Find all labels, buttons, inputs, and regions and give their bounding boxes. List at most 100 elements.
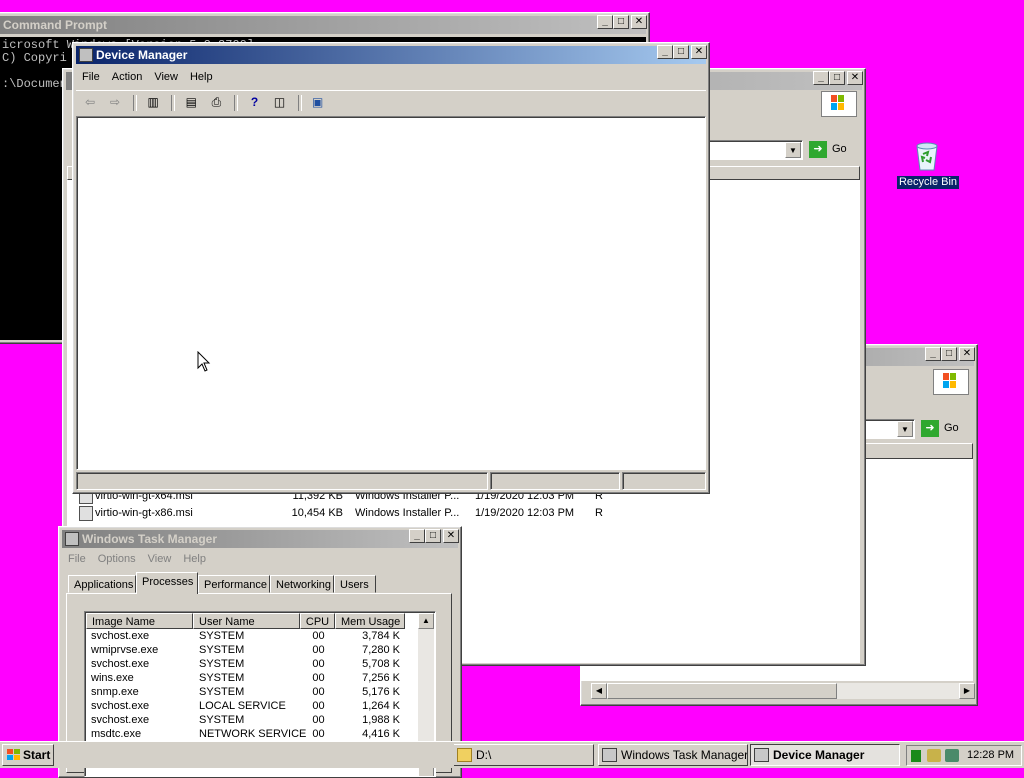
windows-logo-icon <box>821 91 857 117</box>
column-header-user-name[interactable]: User Name <box>193 613 300 629</box>
scroll-thumb[interactable] <box>607 683 837 699</box>
process-cpu: 00 <box>312 672 325 684</box>
horizontal-scrollbar[interactable]: ◀ ▶ <box>591 683 975 699</box>
process-cpu: 00 <box>312 686 325 698</box>
process-cpu: 00 <box>312 700 325 712</box>
print-icon[interactable]: ⎙ <box>206 93 226 111</box>
start-button[interactable]: Start <box>2 744 54 766</box>
menu-file[interactable]: File <box>62 550 92 568</box>
scan-hardware-icon[interactable]: ▣ <box>308 93 328 111</box>
windows-logo-icon <box>933 369 969 395</box>
maximize-button[interactable]: □ <box>425 529 441 543</box>
file-row[interactable]: virtio-win-gt-x86.msi 10,454 KB Windows … <box>67 506 860 521</box>
menu-action[interactable]: Action <box>106 68 149 86</box>
file-type: Windows Installer P... <box>355 507 460 519</box>
close-button[interactable]: ✕ <box>691 45 707 59</box>
process-mem-usage: 7,256 K <box>362 672 400 684</box>
command-prompt-titlebar[interactable]: Command Prompt <box>0 16 646 34</box>
menu-options[interactable]: Options <box>92 550 142 568</box>
maximize-button[interactable]: □ <box>829 71 845 85</box>
show-hide-action-pane-icon[interactable]: ◫ <box>270 93 290 111</box>
menu-file[interactable]: File <box>76 68 106 86</box>
windows-flag-icon <box>7 749 20 760</box>
show-hide-console-tree-icon[interactable]: ▥ <box>143 93 163 111</box>
process-user-name: SYSTEM <box>199 644 245 656</box>
scroll-right-icon[interactable]: ▶ <box>959 683 975 699</box>
minimize-button[interactable]: _ <box>813 71 829 85</box>
process-row[interactable]: msdtc.exe NETWORK SERVICE 00 4,416 K <box>86 727 406 741</box>
chevron-down-icon[interactable]: ▼ <box>785 142 801 158</box>
menu-view[interactable]: View <box>148 68 184 86</box>
process-cpu: 00 <box>312 658 325 670</box>
column-header-mem-usage[interactable]: Mem Usage <box>335 613 405 629</box>
go-button[interactable]: ➜ Go <box>809 140 859 160</box>
process-mem-usage: 7,280 K <box>362 644 400 656</box>
forward-arrow-icon[interactable]: ⇨ <box>105 93 125 111</box>
maximize-button[interactable]: □ <box>941 347 957 361</box>
process-image-name: svchost.exe <box>91 658 150 670</box>
task-manager-titlebar[interactable]: Windows Task Manager <box>62 530 458 548</box>
tab-performance[interactable]: Performance <box>198 575 270 593</box>
system-tray: 12:28 PM <box>906 745 1022 766</box>
file-size: 10,454 KB <box>291 507 343 519</box>
help-icon[interactable]: ? <box>245 93 265 111</box>
maximize-button[interactable]: □ <box>673 45 689 59</box>
chevron-down-icon[interactable]: ▼ <box>897 421 913 437</box>
taskbar-button-task-manager[interactable]: Windows Task Manager <box>598 744 748 766</box>
close-button[interactable]: ✕ <box>847 71 863 85</box>
process-row[interactable]: svchost.exe SYSTEM 00 3,784 K <box>86 629 406 643</box>
recycle-bin-shortcut[interactable]: Recycle Bin <box>896 140 960 192</box>
tab-networking[interactable]: Networking <box>270 575 334 593</box>
menu-help[interactable]: Help <box>177 550 212 568</box>
go-arrow-icon: ➜ <box>809 141 827 158</box>
scroll-left-icon[interactable]: ◀ <box>591 683 607 699</box>
clock[interactable]: 12:28 PM <box>967 749 1014 761</box>
device-tree-pane[interactable] <box>76 116 706 470</box>
menu-help[interactable]: Help <box>184 68 219 86</box>
scroll-up-icon[interactable]: ▲ <box>418 613 434 629</box>
minimize-button[interactable]: _ <box>657 45 673 59</box>
process-row[interactable]: svchost.exe SYSTEM 00 1,988 K <box>86 713 406 727</box>
close-button[interactable]: ✕ <box>443 529 459 543</box>
menu-bar: File Options View Help <box>62 550 458 568</box>
taskbar-button-d-drive[interactable]: D:\ <box>454 744 594 766</box>
process-cpu: 00 <box>312 714 325 726</box>
device-manager-window[interactable]: Device Manager _ □ ✕ File Action View He… <box>72 42 710 494</box>
go-arrow-icon: ➜ <box>921 420 939 437</box>
minimize-button[interactable]: _ <box>925 347 941 361</box>
file-attributes: R <box>595 507 603 519</box>
minimize-button[interactable]: _ <box>409 529 425 543</box>
close-button[interactable]: ✕ <box>959 347 975 361</box>
process-mem-usage: 5,708 K <box>362 658 400 670</box>
column-header-image-name[interactable]: Image Name <box>86 613 193 629</box>
process-mem-usage: 4,416 K <box>362 728 400 740</box>
minimize-button[interactable]: _ <box>597 15 613 29</box>
back-arrow-icon[interactable]: ⇦ <box>80 93 100 111</box>
device-manager-icon <box>79 48 93 62</box>
task-manager-icon <box>65 532 79 546</box>
column-header-cpu[interactable]: CPU <box>300 613 335 629</box>
process-row[interactable]: svchost.exe SYSTEM 00 5,708 K <box>86 657 406 671</box>
close-button[interactable]: ✕ <box>631 15 647 29</box>
tab-processes[interactable]: Processes <box>136 572 198 594</box>
process-user-name: LOCAL SERVICE <box>199 700 286 712</box>
file-name: virtio-win-gt-x86.msi <box>95 507 193 519</box>
process-row[interactable]: wmiprvse.exe SYSTEM 00 7,280 K <box>86 643 406 657</box>
hardware-icon[interactable] <box>927 749 941 762</box>
device-manager-titlebar[interactable]: Device Manager <box>76 46 706 64</box>
go-button[interactable]: ➜ Go <box>921 419 971 439</box>
taskbar-button-device-manager[interactable]: Device Manager <box>750 744 900 766</box>
process-row[interactable]: svchost.exe LOCAL SERVICE 00 1,264 K <box>86 699 406 713</box>
process-row[interactable]: snmp.exe SYSTEM 00 5,176 K <box>86 685 406 699</box>
mouse-cursor-icon <box>197 351 211 372</box>
properties-icon[interactable]: ▤ <box>181 93 201 111</box>
network-icon[interactable] <box>911 750 921 762</box>
process-row[interactable]: wins.exe SYSTEM 00 7,256 K <box>86 671 406 685</box>
maximize-button[interactable]: □ <box>613 15 629 29</box>
speaker-icon[interactable] <box>945 749 959 762</box>
tab-applications[interactable]: Applications <box>68 575 136 593</box>
address-field[interactable]: ▼ <box>703 140 803 160</box>
tab-users[interactable]: Users <box>334 575 376 593</box>
menu-view[interactable]: View <box>142 550 178 568</box>
status-bar <box>76 472 706 490</box>
